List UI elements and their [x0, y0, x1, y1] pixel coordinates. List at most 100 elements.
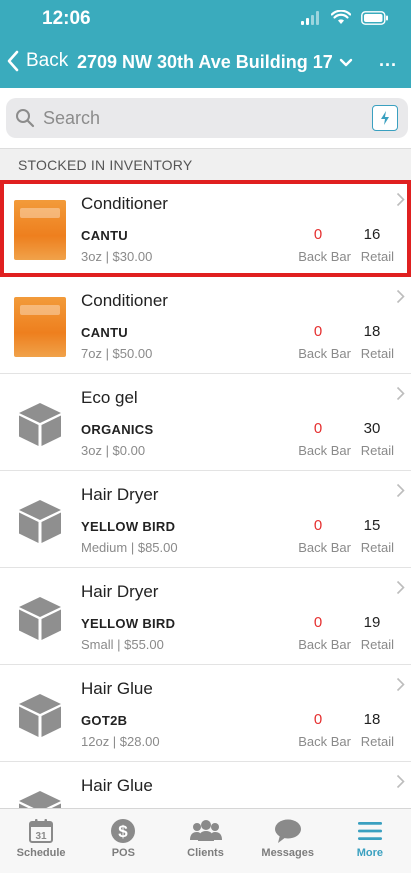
retail-label: Retail — [360, 346, 394, 361]
item-brand: CANTU — [81, 325, 128, 340]
tab-label: Clients — [187, 847, 224, 859]
chevron-right-icon — [396, 192, 405, 207]
item-brand: YELLOW BIRD — [81, 519, 176, 534]
dollar-icon: $ — [111, 819, 136, 843]
location-selector[interactable]: 2709 NW 30th Ave Building 17 — [77, 52, 353, 73]
back-bar-count: 0 — [313, 614, 323, 631]
box-icon — [19, 694, 61, 737]
item-detail: 7oz | $50.00 — [81, 346, 153, 361]
inventory-item[interactable]: Hair Glue GOT2B 12oz | $28.00 0 18 Back … — [0, 665, 411, 762]
retail-label: Retail — [360, 540, 394, 555]
item-name: Hair Dryer — [81, 485, 159, 504]
status-icons — [301, 10, 389, 25]
item-brand: CANTU — [81, 228, 128, 243]
item-detail: 12oz | $28.00 — [81, 734, 160, 749]
clients-icon — [189, 820, 222, 841]
svg-text:$: $ — [119, 822, 129, 841]
back-bar-count: 0 — [313, 420, 323, 437]
item-brand: GOT2B — [81, 713, 128, 728]
tab-label: POS — [111, 847, 135, 859]
tab-pos[interactable]: $ POS — [82, 809, 164, 873]
retail-count: 16 — [363, 226, 381, 243]
item-detail: Small | $55.00 — [81, 637, 164, 652]
item-detail: 3oz | $0.00 — [81, 443, 146, 458]
retail-count: 18 — [363, 323, 381, 340]
chevron-right-icon — [396, 386, 405, 401]
retail-count: 30 — [363, 420, 381, 437]
wifi-icon — [331, 10, 351, 24]
item-brand: ORGANICS — [81, 422, 154, 437]
item-name: Conditioner — [81, 291, 168, 310]
back-bar-count: 0 — [313, 226, 323, 243]
lightning-icon — [381, 111, 389, 125]
status-time: 12:06 — [42, 8, 91, 29]
inventory-item[interactable]: Hair Glue — [0, 762, 411, 808]
menu-icon — [357, 822, 382, 840]
search-area — [0, 88, 411, 148]
item-name: Hair Glue — [81, 679, 153, 698]
item-brand: YELLOW BIRD — [81, 616, 176, 631]
item-name: Eco gel — [81, 388, 138, 407]
section-label: STOCKED IN INVENTORY — [18, 157, 193, 173]
chevron-right-icon — [396, 483, 405, 498]
item-detail: Medium | $85.00 — [81, 540, 178, 555]
page-title: 2709 NW 30th Ave Building 17 — [77, 52, 333, 72]
inventory-item[interactable]: Eco gel ORGANICS 3oz | $0.00 0 30 Back B… — [0, 374, 411, 471]
box-icon — [19, 403, 61, 446]
inventory-list[interactable]: Conditioner CANTU 3oz | $30.00 0 16 Back… — [0, 180, 411, 808]
messages-icon — [274, 819, 301, 843]
calendar-icon: 31 — [29, 819, 54, 843]
cellular-signal-icon — [301, 10, 319, 25]
back-bar-count: 0 — [313, 517, 323, 534]
tab-label: Schedule — [16, 847, 66, 859]
product-image — [14, 297, 66, 357]
box-icon — [19, 791, 61, 808]
item-name: Hair Glue — [81, 776, 153, 795]
calendar-day: 31 — [36, 831, 48, 842]
chevron-left-icon — [7, 50, 19, 72]
section-header: STOCKED IN INVENTORY — [0, 148, 411, 180]
retail-count: 18 — [363, 711, 381, 728]
back-bar-label: Back Bar — [298, 443, 351, 458]
inventory-item[interactable]: Hair Dryer YELLOW BIRD Small | $55.00 0 … — [0, 568, 411, 665]
tab-schedule[interactable]: 31 Schedule — [0, 809, 82, 873]
chevron-right-icon — [396, 580, 405, 595]
inventory-item[interactable]: Hair Dryer YELLOW BIRD Medium | $85.00 0… — [0, 471, 411, 568]
more-options-button[interactable]: ... — [379, 50, 397, 71]
back-bar-label: Back Bar — [298, 637, 351, 652]
retail-count: 15 — [363, 517, 381, 534]
back-bar-count: 0 — [313, 323, 323, 340]
back-bar-label: Back Bar — [298, 734, 351, 749]
back-bar-label: Back Bar — [298, 346, 351, 361]
chevron-down-icon — [339, 58, 352, 66]
item-name: Conditioner — [81, 194, 168, 213]
retail-label: Retail — [360, 734, 394, 749]
box-icon — [19, 500, 61, 543]
navigation-header: 12:06 Back 2709 NW 30th Ave Building 17 — [0, 0, 411, 88]
tab-more[interactable]: More — [329, 809, 411, 873]
chevron-right-icon — [396, 774, 405, 789]
back-button[interactable]: Back — [6, 50, 68, 72]
tab-clients[interactable]: Clients — [164, 809, 246, 873]
tab-messages[interactable]: Messages — [247, 809, 329, 873]
retail-count: 19 — [363, 614, 381, 631]
quick-scan-button[interactable] — [372, 105, 398, 131]
inventory-item[interactable]: Conditioner CANTU 7oz | $50.00 0 18 Back… — [0, 277, 411, 374]
tab-label: Messages — [261, 847, 314, 859]
tab-bar: 31 Schedule $ POS Clients Messages More — [0, 808, 411, 873]
search-icon — [16, 109, 35, 128]
search-input[interactable] — [43, 107, 343, 129]
item-name: Hair Dryer — [81, 582, 159, 601]
back-label: Back — [26, 50, 69, 71]
retail-label: Retail — [360, 443, 394, 458]
item-detail: 3oz | $30.00 — [81, 249, 153, 264]
inventory-item[interactable]: Conditioner CANTU 3oz | $30.00 0 16 Back… — [0, 180, 411, 277]
battery-icon — [361, 10, 388, 25]
box-icon — [19, 597, 61, 640]
search-bar[interactable] — [6, 98, 408, 138]
back-bar-count: 0 — [313, 711, 323, 728]
back-bar-label: Back Bar — [298, 249, 351, 264]
product-image — [14, 200, 66, 260]
back-bar-label: Back Bar — [298, 540, 351, 555]
tab-label: More — [356, 847, 384, 859]
